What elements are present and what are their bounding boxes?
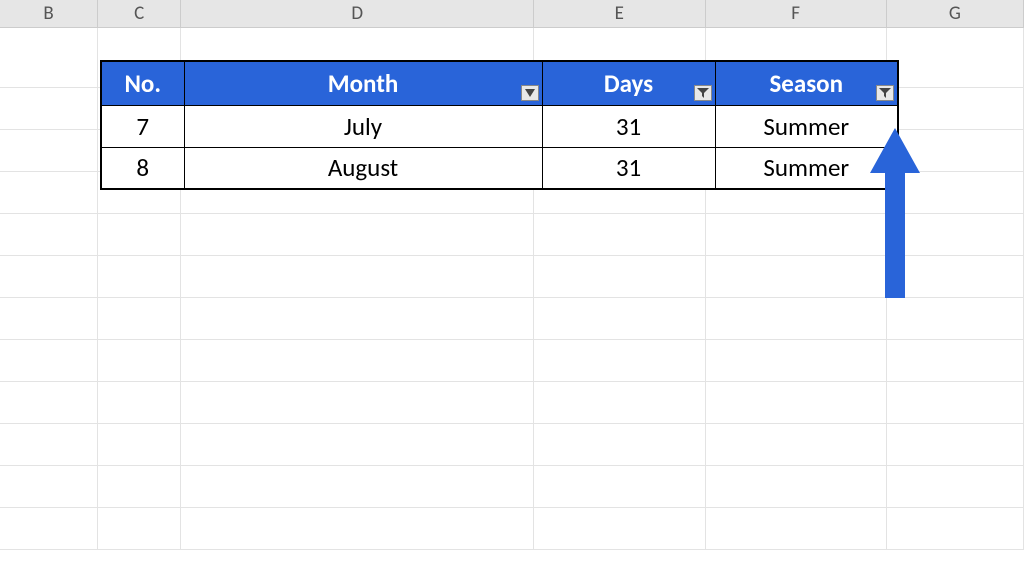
cell[interactable] (534, 256, 705, 298)
cell[interactable] (887, 88, 1024, 130)
cell-month[interactable]: July (184, 105, 542, 147)
cell[interactable] (181, 340, 534, 382)
cell[interactable] (887, 340, 1024, 382)
cell[interactable] (887, 298, 1024, 340)
cell-days[interactable]: 31 (542, 147, 715, 189)
cell[interactable] (534, 214, 705, 256)
cell[interactable] (887, 466, 1024, 508)
filter-dropdown-icon[interactable] (521, 85, 539, 101)
cell[interactable] (0, 466, 98, 508)
cell[interactable] (181, 298, 534, 340)
cell[interactable] (0, 28, 98, 88)
cell[interactable] (98, 382, 181, 424)
cell[interactable] (181, 424, 534, 466)
col-header-d[interactable]: D (181, 0, 534, 27)
table-row[interactable]: 7 July 31 Summer (101, 105, 898, 147)
cell-season[interactable]: Summer (715, 105, 898, 147)
cell[interactable] (181, 256, 534, 298)
col-header-e[interactable]: E (534, 0, 705, 27)
header-month-label: Month (328, 68, 399, 99)
cell[interactable] (887, 214, 1024, 256)
cell[interactable] (98, 424, 181, 466)
table-row[interactable]: 8 August 31 Summer (101, 147, 898, 189)
header-days[interactable]: Days (542, 61, 715, 105)
cell[interactable] (181, 382, 534, 424)
cell[interactable] (706, 424, 887, 466)
header-no[interactable]: No. (101, 61, 184, 105)
data-table: No. Month Days Season (100, 60, 899, 190)
cell[interactable] (0, 256, 98, 298)
cell[interactable] (181, 214, 534, 256)
cell[interactable] (0, 424, 98, 466)
cell[interactable] (887, 28, 1024, 88)
header-month[interactable]: Month (184, 61, 542, 105)
cell[interactable] (706, 256, 887, 298)
cell[interactable] (0, 214, 98, 256)
cell[interactable] (98, 298, 181, 340)
cell[interactable] (181, 508, 534, 550)
cell[interactable] (98, 508, 181, 550)
cell-season[interactable]: Summer (715, 147, 898, 189)
table-header-row: No. Month Days Season (101, 61, 898, 105)
column-header-bar: B C D E F G (0, 0, 1024, 28)
filter-active-icon[interactable] (694, 85, 712, 101)
cell[interactable] (0, 508, 98, 550)
cell[interactable] (98, 340, 181, 382)
cell[interactable] (534, 508, 705, 550)
cell[interactable] (706, 508, 887, 550)
header-season[interactable]: Season (715, 61, 898, 105)
cell[interactable] (534, 466, 705, 508)
cell-days[interactable]: 31 (542, 105, 715, 147)
cell-no[interactable]: 8 (101, 147, 184, 189)
cell[interactable] (887, 424, 1024, 466)
cell[interactable] (706, 340, 887, 382)
cell-month[interactable]: August (184, 147, 542, 189)
col-header-f[interactable]: F (706, 0, 887, 27)
cell[interactable] (98, 214, 181, 256)
col-header-g[interactable]: G (887, 0, 1024, 27)
cell[interactable] (534, 382, 705, 424)
cell[interactable] (706, 214, 887, 256)
cell[interactable] (534, 298, 705, 340)
cell[interactable] (706, 466, 887, 508)
cell[interactable] (887, 130, 1024, 172)
cell[interactable] (887, 382, 1024, 424)
cell[interactable] (98, 466, 181, 508)
header-season-label: Season (769, 68, 843, 99)
cell[interactable] (0, 340, 98, 382)
cell[interactable] (0, 382, 98, 424)
cell[interactable] (534, 340, 705, 382)
header-no-label: No. (124, 68, 161, 99)
cell[interactable] (98, 256, 181, 298)
cell-no[interactable]: 7 (101, 105, 184, 147)
cell[interactable] (0, 88, 98, 130)
cell[interactable] (887, 508, 1024, 550)
col-header-b[interactable]: B (0, 0, 98, 27)
col-header-c[interactable]: C (98, 0, 181, 27)
header-days-label: Days (604, 68, 653, 99)
cell[interactable] (181, 466, 534, 508)
cell[interactable] (887, 172, 1024, 214)
cell[interactable] (887, 256, 1024, 298)
cell[interactable] (706, 298, 887, 340)
cell[interactable] (0, 172, 98, 214)
cell[interactable] (0, 130, 98, 172)
cell[interactable] (0, 298, 98, 340)
filter-active-icon[interactable] (876, 85, 894, 101)
cell[interactable] (706, 382, 887, 424)
cell[interactable] (534, 424, 705, 466)
